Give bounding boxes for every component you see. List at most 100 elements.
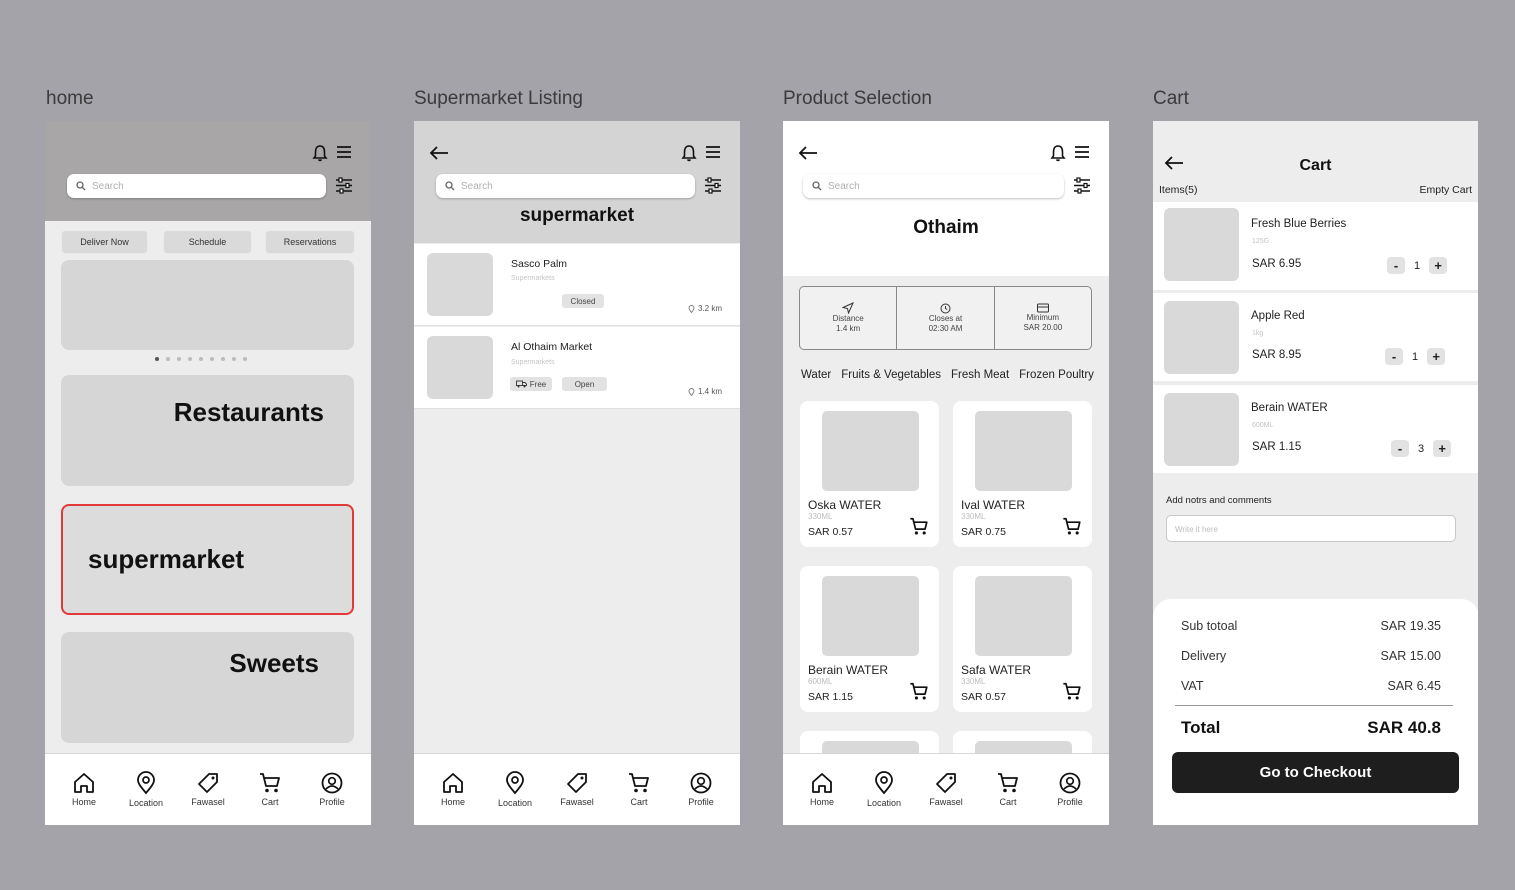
item-thumbnail: [1164, 301, 1239, 374]
cart-icon: [629, 773, 649, 793]
add-to-cart-icon[interactable]: [909, 682, 929, 701]
profile-icon: [690, 772, 712, 794]
store-row[interactable]: Sasco Palm Supermarkets Closed 3.2 km: [414, 244, 740, 326]
product-card[interactable]: Ival WATER 330ML SAR 0.75: [953, 401, 1092, 547]
checkout-button[interactable]: Go to Checkout: [1172, 752, 1459, 793]
cart-item: Apple Red 1kg SAR 8.95 - 1 +: [1153, 293, 1478, 381]
info-minimum: Minimum SAR 20.00: [995, 287, 1091, 349]
quantity-value: 1: [1412, 350, 1419, 363]
location-pin-icon: [688, 387, 695, 396]
nav-location[interactable]: Location: [119, 771, 173, 808]
subtotal-row: Sub totoal SAR 19.35: [1181, 619, 1441, 633]
menu-icon[interactable]: [335, 143, 353, 161]
delivery-badge: Free: [510, 377, 552, 391]
nav-cart[interactable]: Cart: [612, 772, 666, 807]
product-image: [822, 576, 919, 656]
search-icon: [445, 181, 455, 191]
frame-title-listing: Supermarket Listing: [414, 88, 583, 109]
store-row[interactable]: Al Othaim Market Supermarkets Free Open …: [414, 327, 740, 409]
empty-cart-button[interactable]: Empty Cart: [1419, 184, 1472, 196]
increase-button[interactable]: +: [1433, 440, 1452, 457]
filter-icon[interactable]: [704, 177, 722, 194]
category-label: Sweets: [229, 648, 319, 678]
nav-cart[interactable]: Cart: [243, 772, 297, 807]
item-price: SAR 1.15: [1252, 441, 1302, 453]
increase-button[interactable]: +: [1427, 348, 1446, 365]
profile-icon: [1059, 772, 1081, 794]
item-price: SAR 8.95: [1252, 349, 1302, 361]
store-info-box: Distance 1.4 km Closes at 02:30 AM Minim…: [799, 286, 1092, 350]
nav-home[interactable]: Home: [426, 772, 480, 807]
product-image: [822, 411, 919, 491]
increase-button[interactable]: +: [1429, 257, 1448, 274]
tab-fresh-meat[interactable]: Fresh Meat: [951, 369, 1009, 381]
cart-screen: Cart Items(5) Empty Cart Fresh Blue Berr…: [1153, 121, 1478, 825]
cart-icon: [260, 773, 280, 793]
nav-home[interactable]: Home: [795, 772, 849, 807]
clock-icon: [940, 303, 951, 314]
product-card[interactable]: Oska WATER 330ML SAR 0.57: [800, 401, 939, 547]
decrease-button[interactable]: -: [1387, 257, 1405, 274]
product-size: 330ML: [961, 677, 986, 686]
carousel-dots: [155, 357, 247, 361]
filter-icon[interactable]: [335, 177, 353, 194]
schedule-button[interactable]: Schedule: [164, 231, 251, 252]
search-input[interactable]: Search: [436, 174, 695, 198]
decrease-button[interactable]: -: [1385, 348, 1403, 365]
tag-icon: [567, 773, 587, 793]
location-pin-icon: [688, 304, 695, 313]
bell-icon[interactable]: [1049, 143, 1067, 163]
notes-input[interactable]: Write it here: [1166, 515, 1456, 542]
frame-title-home: home: [46, 88, 94, 109]
category-restaurants[interactable]: Restaurants: [61, 375, 354, 486]
home-screen: Search Deliver Now Schedule Reservations…: [45, 121, 371, 825]
category-supermarket[interactable]: supermarket: [61, 504, 354, 615]
quantity-stepper: - 1 +: [1385, 348, 1446, 365]
search-input[interactable]: Search: [803, 174, 1064, 198]
product-image: [975, 576, 1072, 656]
add-to-cart-icon[interactable]: [1062, 682, 1082, 701]
nav-home[interactable]: Home: [57, 772, 111, 807]
decrease-button[interactable]: -: [1391, 440, 1409, 457]
menu-icon[interactable]: [704, 143, 722, 161]
tab-frozen-poultry[interactable]: Frozen Poultry: [1019, 369, 1094, 381]
back-arrow-icon[interactable]: [428, 143, 450, 163]
tab-water[interactable]: Water: [801, 369, 831, 381]
vat-row: VAT SAR 6.45: [1181, 679, 1441, 693]
add-to-cart-icon[interactable]: [1062, 517, 1082, 536]
home-header: [45, 121, 371, 221]
nav-profile[interactable]: Profile: [305, 772, 359, 807]
menu-icon[interactable]: [1073, 143, 1091, 161]
nav-profile[interactable]: Profile: [674, 772, 728, 807]
category-sweets[interactable]: Sweets: [61, 632, 354, 743]
nav-fawasel[interactable]: Fawasel: [919, 772, 973, 807]
search-placeholder: Search: [828, 180, 860, 192]
card-icon: [1036, 303, 1049, 313]
filter-icon[interactable]: [1073, 177, 1091, 194]
profile-icon: [321, 772, 343, 794]
item-thumbnail: [1164, 208, 1239, 281]
bell-icon[interactable]: [311, 143, 329, 163]
nav-cart[interactable]: Cart: [981, 772, 1035, 807]
distance: 3.2 km: [688, 304, 722, 313]
search-icon: [812, 181, 822, 191]
promo-banner[interactable]: [61, 260, 354, 350]
nav-fawasel[interactable]: Fawasel: [181, 772, 235, 807]
delivery-row: Delivery SAR 15.00: [1181, 649, 1441, 663]
nav-location[interactable]: Location: [488, 771, 542, 808]
product-card[interactable]: Berain WATER 600ML SAR 1.15: [800, 566, 939, 712]
back-arrow-icon[interactable]: [797, 143, 819, 163]
bell-icon[interactable]: [680, 143, 698, 163]
reservations-button[interactable]: Reservations: [266, 231, 354, 252]
nav-location[interactable]: Location: [857, 771, 911, 808]
nav-profile[interactable]: Profile: [1043, 772, 1097, 807]
location-pin-icon: [137, 771, 155, 795]
nav-fawasel[interactable]: Fawasel: [550, 772, 604, 807]
deliver-now-button[interactable]: Deliver Now: [62, 231, 147, 252]
product-card[interactable]: Safa WATER 330ML SAR 0.57: [953, 566, 1092, 712]
add-to-cart-icon[interactable]: [909, 517, 929, 536]
search-input[interactable]: Search: [67, 174, 326, 198]
page-title: Cart: [1299, 157, 1332, 174]
store-title: Othaim: [913, 217, 979, 238]
tab-fruits-vegetables[interactable]: Fruits & Vegetables: [841, 369, 941, 381]
